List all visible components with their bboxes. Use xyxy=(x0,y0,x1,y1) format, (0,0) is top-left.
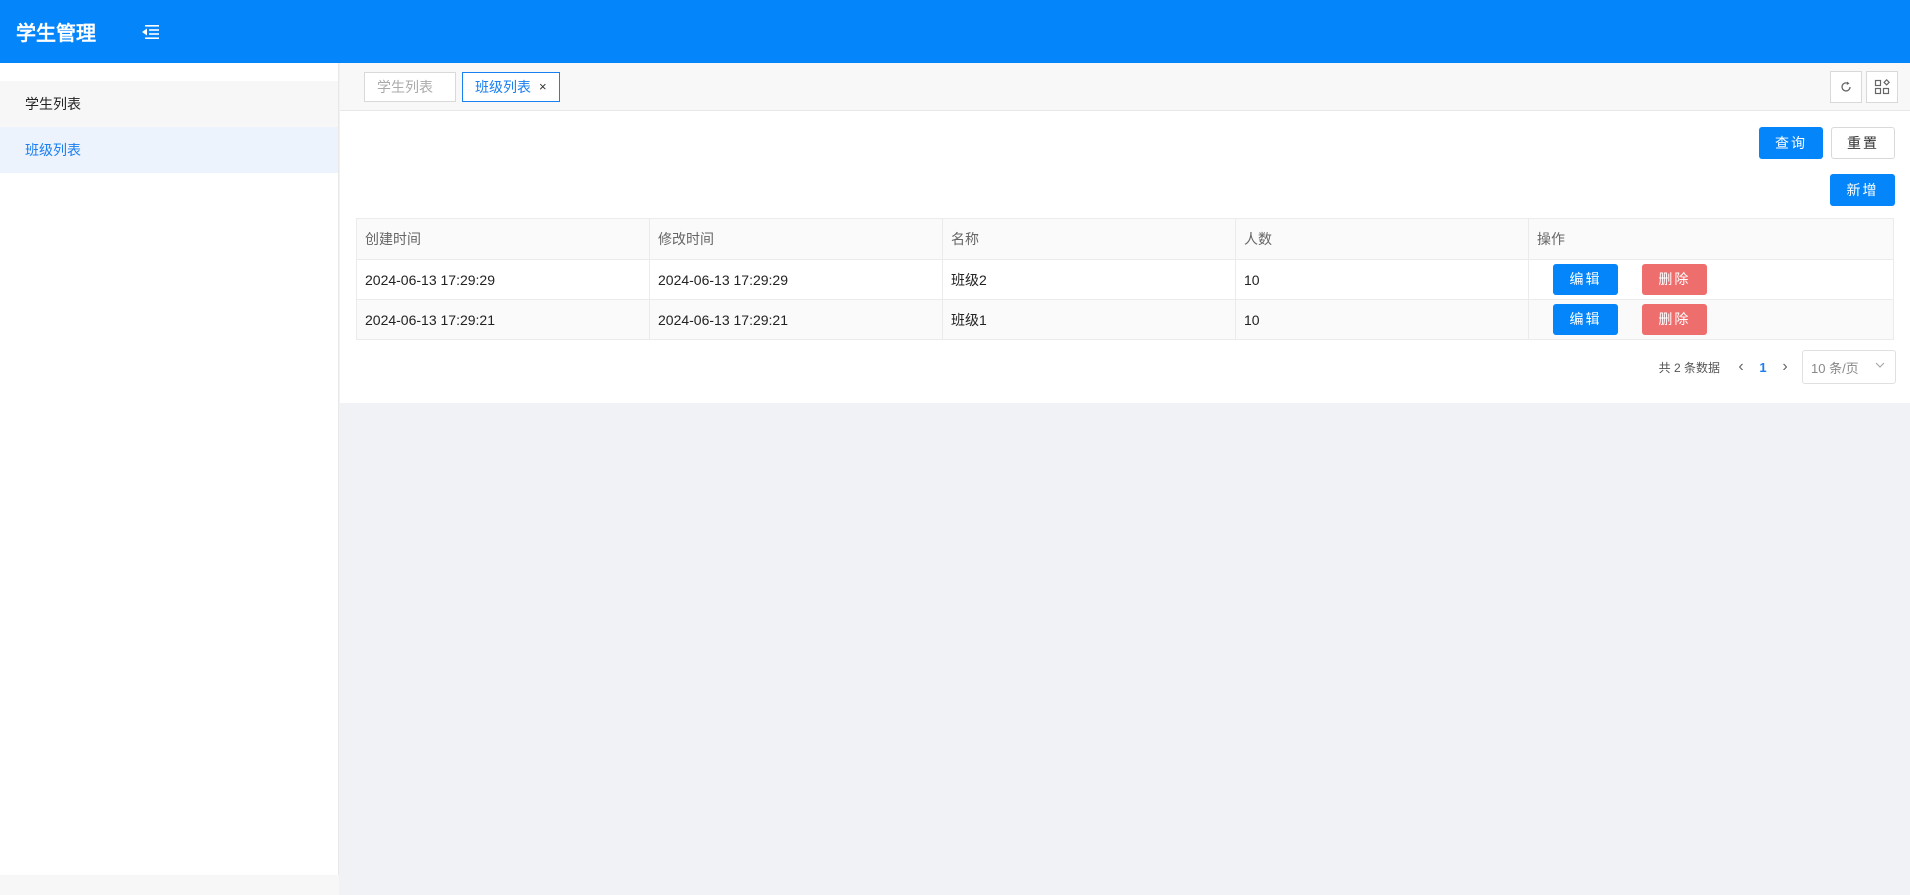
cell-actions: 编辑 删除 xyxy=(1528,259,1894,300)
layout-grid-button[interactable] xyxy=(1866,71,1898,103)
sidebar-footer xyxy=(0,875,339,895)
sidebar: 学生列表 班级列表 xyxy=(0,63,339,895)
delete-button[interactable]: 删除 xyxy=(1641,264,1707,295)
sidebar-item-label: 班级列表 xyxy=(25,142,81,158)
page-size-select[interactable]: 10 条/页 xyxy=(1802,350,1896,384)
delete-button[interactable]: 删除 xyxy=(1641,304,1707,335)
main-area: 学生列表 班级列表 × 查询 重置 新增 创建时间 修改时间 名称 人数 操作 … xyxy=(340,63,1910,403)
tab-class-list[interactable]: 班级列表 × xyxy=(462,71,560,102)
cell-modified: 2024-06-13 17:29:29 xyxy=(649,259,943,300)
column-header-modified: 修改时间 xyxy=(649,218,943,260)
menu-fold-icon[interactable] xyxy=(140,22,160,42)
add-button[interactable]: 新增 xyxy=(1830,174,1895,206)
tabs-bar: 学生列表 班级列表 × xyxy=(340,63,1910,111)
class-table: 创建时间 修改时间 名称 人数 操作 2024-06-13 17:29:29 2… xyxy=(356,218,1894,340)
column-header-created: 创建时间 xyxy=(356,218,650,260)
page-size-value: 10 条/页 xyxy=(1811,360,1859,376)
reset-button[interactable]: 重置 xyxy=(1831,127,1895,159)
sidebar-item-student-list[interactable]: 学生列表 xyxy=(0,81,338,127)
sidebar-item-class-list[interactable]: 班级列表 xyxy=(0,127,338,173)
close-icon[interactable]: × xyxy=(539,73,547,101)
page-number[interactable]: 1 xyxy=(1752,360,1774,375)
table-row: 2024-06-13 17:29:21 2024-06-13 17:29:21 … xyxy=(356,299,1894,340)
cell-modified: 2024-06-13 17:29:21 xyxy=(649,299,943,340)
chevron-right-icon[interactable]: › xyxy=(1774,358,1796,376)
app-title: 学生管理 xyxy=(16,23,96,45)
chevron-down-icon xyxy=(1875,362,1885,368)
column-header-name: 名称 xyxy=(942,218,1236,260)
sidebar-item-label: 学生列表 xyxy=(25,96,81,112)
tab-label: 班级列表 xyxy=(475,78,531,95)
grid-icon xyxy=(1874,79,1890,95)
edit-button[interactable]: 编辑 xyxy=(1553,304,1618,335)
tab-student-list[interactable]: 学生列表 xyxy=(364,71,456,102)
edit-button[interactable]: 编辑 xyxy=(1553,264,1618,295)
table-row: 2024-06-13 17:29:29 2024-06-13 17:29:29 … xyxy=(356,259,1894,300)
column-header-count: 人数 xyxy=(1235,218,1529,260)
table-header-row: 创建时间 修改时间 名称 人数 操作 xyxy=(356,218,1894,260)
pagination: 共 2 条数据 ‹ 1 › 10 条/页 xyxy=(1658,350,1896,384)
refresh-button[interactable] xyxy=(1830,71,1862,103)
pagination-total: 共 2 条数据 xyxy=(1658,360,1720,375)
tab-label: 学生列表 xyxy=(377,78,433,95)
cell-count: 10 xyxy=(1235,299,1529,340)
cell-count: 10 xyxy=(1235,259,1529,300)
chevron-left-icon[interactable]: ‹ xyxy=(1730,358,1752,376)
query-button[interactable]: 查询 xyxy=(1759,127,1823,159)
cell-actions: 编辑 删除 xyxy=(1528,299,1894,340)
top-header: 学生管理 xyxy=(0,0,1910,63)
cell-name: 班级2 xyxy=(942,259,1236,300)
cell-created: 2024-06-13 17:29:21 xyxy=(356,299,650,340)
content-panel: 查询 重置 新增 创建时间 修改时间 名称 人数 操作 2024-06-13 1… xyxy=(340,111,1910,403)
cell-created: 2024-06-13 17:29:29 xyxy=(356,259,650,300)
refresh-icon xyxy=(1841,81,1851,92)
column-header-actions: 操作 xyxy=(1528,218,1894,260)
cell-name: 班级1 xyxy=(942,299,1236,340)
